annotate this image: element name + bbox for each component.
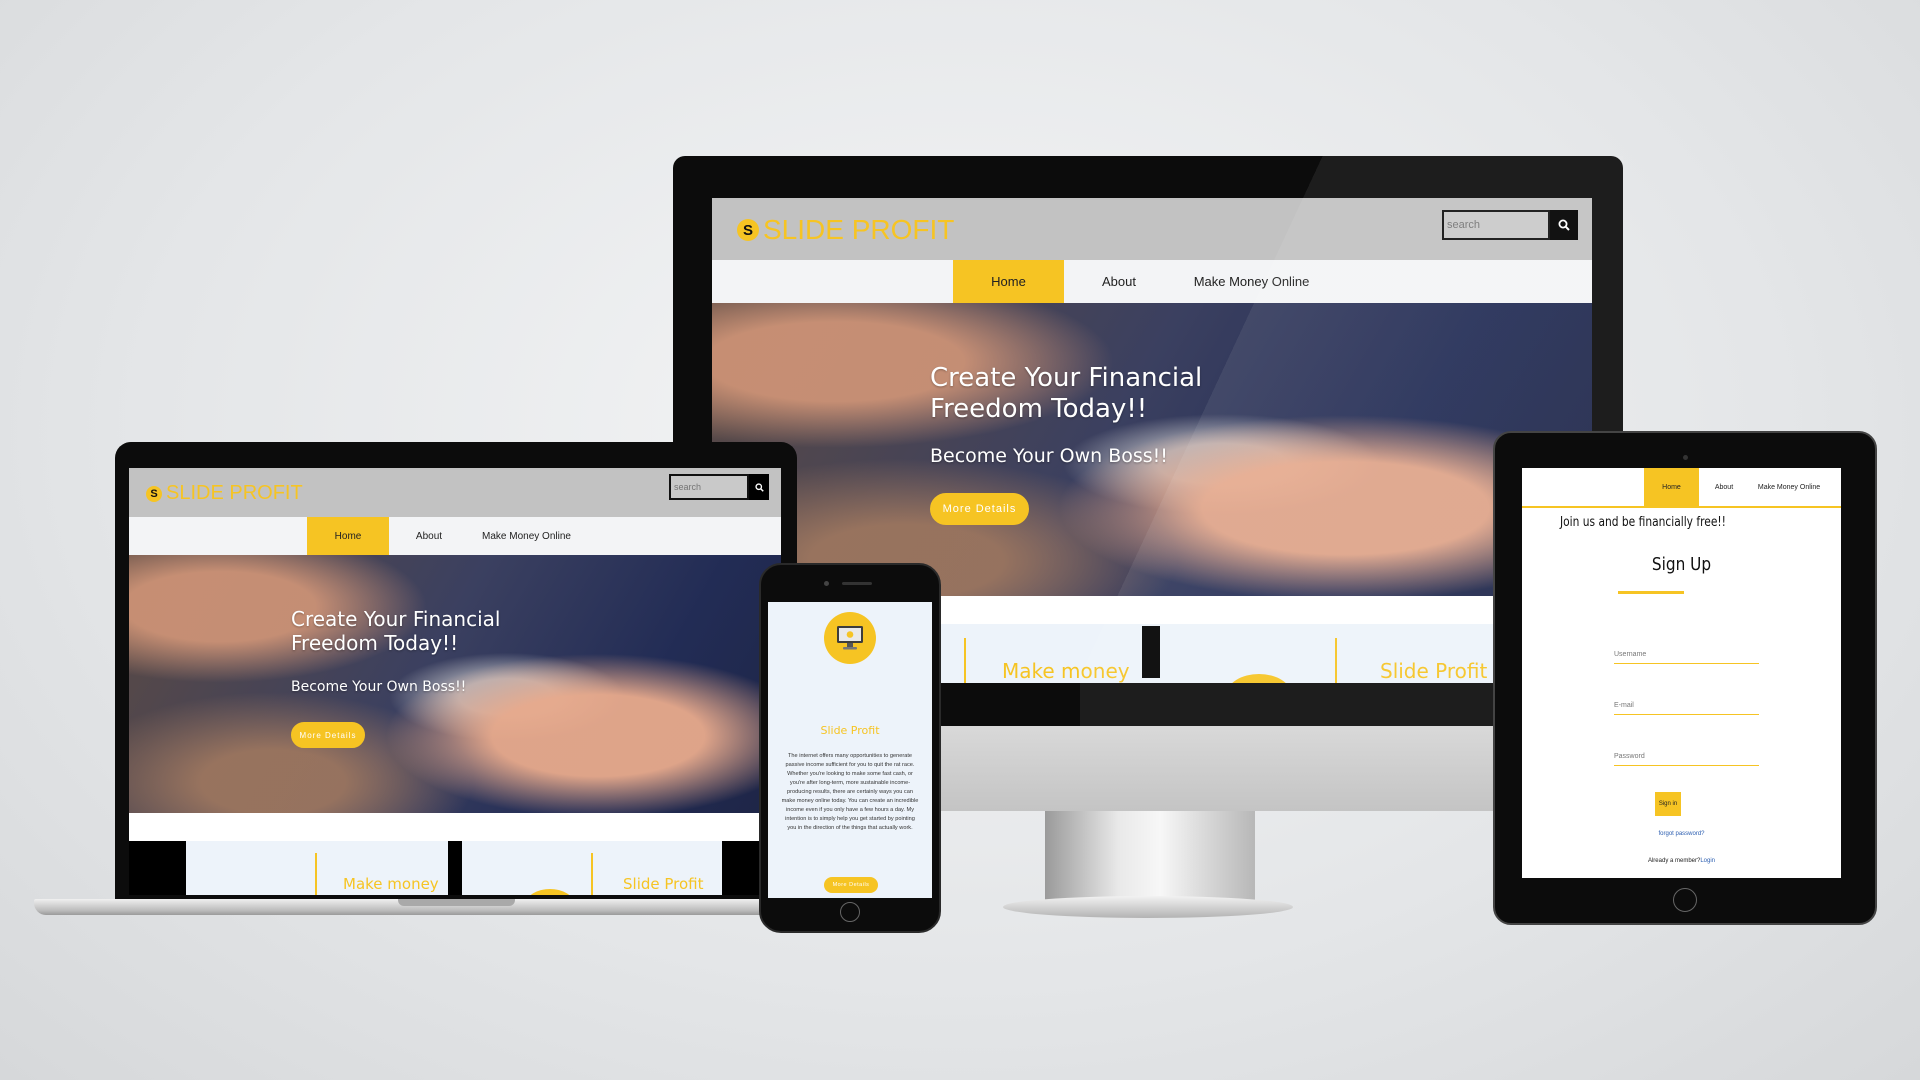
features-strip: Make money Slide Profit	[129, 813, 781, 895]
logo-badge: S	[737, 219, 759, 241]
divider	[591, 853, 593, 895]
password-label: Password	[1614, 753, 1645, 760]
username-field[interactable]: Username	[1614, 643, 1759, 664]
search-input[interactable]	[669, 474, 749, 500]
search-form	[1442, 210, 1578, 240]
header-bar: S SLIDE PROFIT	[712, 198, 1592, 260]
monitor-icon-circle	[824, 612, 876, 664]
strip-block	[129, 841, 186, 895]
divider	[1335, 638, 1337, 683]
phone-more-details-button[interactable]: More Details	[824, 877, 878, 893]
more-details-button[interactable]: More Details	[291, 722, 365, 748]
phone-screen: Slide Profit The internet offers many op…	[768, 602, 932, 898]
search-form	[669, 474, 769, 500]
search-icon	[754, 482, 764, 492]
already-member-label: Already a member?	[1647, 858, 1701, 864]
strip-block	[1142, 626, 1160, 678]
strip-block	[448, 841, 462, 895]
nav-make-money-online[interactable]: Make Money Online	[1749, 468, 1829, 506]
nav-make-money-online[interactable]: Make Money Online	[1174, 260, 1329, 303]
brand-name: SLIDE PROFIT	[166, 482, 303, 504]
nav-home[interactable]: Home	[307, 517, 389, 555]
strip-slide-profit: Slide Profit	[1380, 659, 1488, 683]
monitor-stand	[1045, 810, 1255, 902]
search-button[interactable]	[749, 474, 769, 500]
forgot-password-link[interactable]: forgot password?	[1522, 831, 1841, 837]
laptop-screen: S SLIDE PROFIT Home About Make Money Onl…	[129, 468, 781, 895]
nav-home[interactable]: Home	[953, 260, 1064, 303]
email-field[interactable]: E-mail	[1614, 694, 1759, 715]
phone-body-text: The internet offers many opportunities t…	[781, 753, 919, 832]
nav-about[interactable]: About	[389, 517, 469, 555]
hero-banner: Create Your Financial Freedom Today!! Be…	[129, 555, 781, 813]
title-underline	[1618, 591, 1684, 594]
divider	[315, 853, 317, 895]
hero-subtitle: Become Your Own Boss!!	[291, 679, 467, 695]
search-button[interactable]	[1550, 210, 1578, 240]
more-details-button[interactable]: More Details	[930, 493, 1029, 525]
phone-heading: Slide Profit	[820, 724, 880, 737]
phone-speaker	[842, 582, 872, 585]
monitor-base	[1003, 896, 1293, 918]
tablet-screen: Home About Make Money Online Join us and…	[1522, 468, 1841, 878]
login-link[interactable]: Login	[1700, 858, 1715, 864]
nav-home[interactable]: Home	[1644, 468, 1699, 506]
signin-button[interactable]: Sign in	[1655, 792, 1681, 816]
nav-make-money-online[interactable]: Make Money Online	[469, 517, 584, 555]
header-bar: S SLIDE PROFIT	[129, 468, 781, 517]
nav-bar: Home About Make Money Online	[129, 517, 781, 555]
hero-title: Create Your Financial Freedom Today!!	[930, 363, 1203, 425]
monitor-icon	[837, 626, 863, 650]
tablet-home-button[interactable]	[1673, 888, 1697, 912]
tablet-camera	[1683, 455, 1688, 460]
strip-make-money: Make money	[1002, 659, 1130, 683]
strip-make-money: Make money	[343, 875, 439, 893]
nav-bar: Home About Make Money Online	[712, 260, 1592, 303]
signup-title: Sign Up	[1651, 554, 1712, 575]
nav-about[interactable]: About	[1064, 260, 1174, 303]
email-label: E-mail	[1614, 702, 1634, 709]
password-field[interactable]: Password	[1614, 745, 1759, 766]
logo-badge: S	[146, 485, 162, 502]
divider	[964, 638, 966, 683]
already-member-text: Already a member?Login	[1522, 858, 1841, 864]
hero-subtitle: Become Your Own Boss!!	[930, 445, 1168, 467]
strip-slide-profit: Slide Profit	[623, 875, 704, 893]
phone-camera	[824, 581, 829, 586]
site-logo[interactable]: S SLIDE PROFIT	[737, 214, 954, 246]
phone-home-button[interactable]	[840, 902, 860, 922]
site-logo[interactable]: S SLIDE PROFIT	[146, 482, 303, 505]
username-label: Username	[1614, 651, 1647, 658]
hero-title: Create Your Financial Freedom Today!!	[291, 607, 501, 655]
brand-name: SLIDE PROFIT	[763, 214, 955, 245]
search-input[interactable]	[1442, 210, 1550, 240]
search-icon	[1558, 219, 1570, 231]
nav-bar: Home About Make Money Online	[1522, 468, 1841, 508]
nav-about[interactable]: About	[1699, 468, 1749, 506]
hero-banner: Create Your Financial Freedom Today!! Be…	[712, 303, 1592, 596]
signup-tagline: Join us and be financially free!!	[1560, 515, 1726, 530]
laptop-notch	[398, 899, 515, 906]
